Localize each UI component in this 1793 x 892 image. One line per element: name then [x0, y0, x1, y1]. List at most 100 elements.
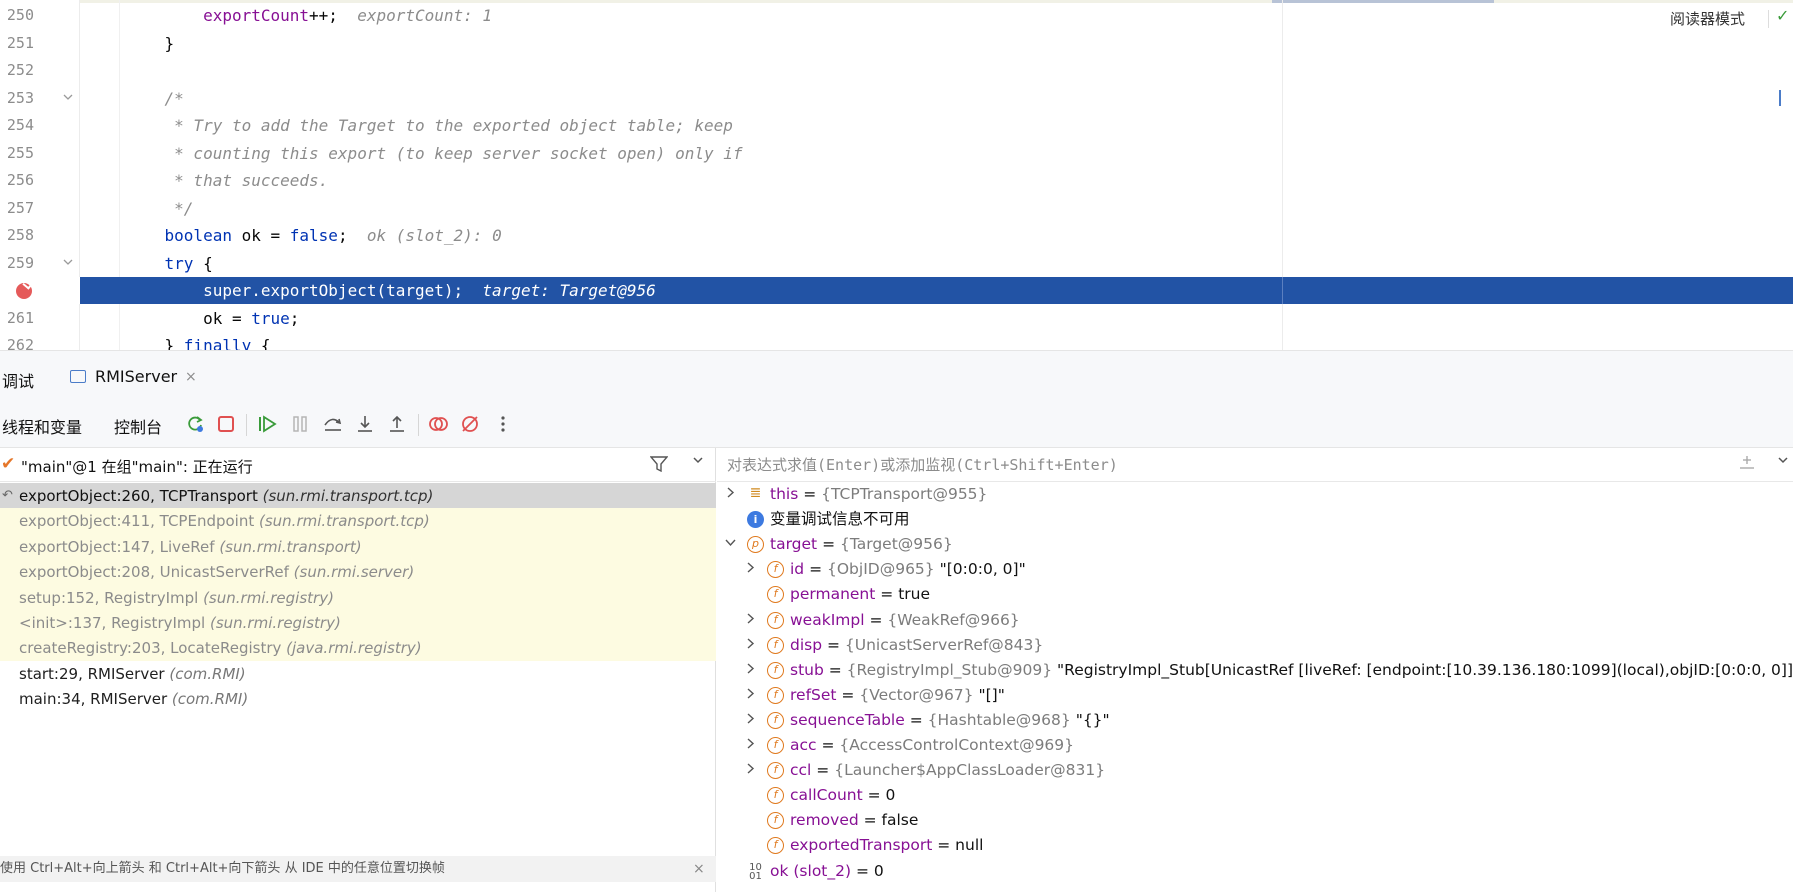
line-number[interactable]: 256 — [0, 167, 34, 194]
code-text[interactable]: boolean ok = false; ok (slot_2): 0 — [126, 222, 502, 249]
view-breakpoints-icon[interactable] — [427, 413, 449, 435]
variable-row[interactable]: 10 01 ok (slot_2) = 0 — [717, 859, 1793, 884]
line-number[interactable]: 258 — [0, 222, 34, 249]
stop-icon[interactable] — [215, 413, 237, 435]
chevron-down-icon[interactable] — [723, 532, 737, 557]
chevron-right-icon[interactable] — [743, 683, 757, 708]
line-number[interactable]: 251 — [0, 30, 34, 57]
line-number[interactable]: 252 — [0, 57, 34, 84]
variable-row[interactable]: p target = {Target@956} — [717, 532, 1793, 557]
code-text[interactable]: /* — [126, 85, 184, 112]
variable-row[interactable]: ≣ this = {TCPTransport@955} — [717, 482, 1793, 507]
tab-threads-variables[interactable]: 线程和变量 — [2, 414, 82, 438]
variable-row[interactable]: f ccl = {Launcher$AppClassLoader@831} — [717, 758, 1793, 783]
chevron-right-icon[interactable] — [743, 658, 757, 683]
chevron-right-icon[interactable] — [743, 633, 757, 658]
fold-chevron-icon[interactable] — [63, 250, 73, 277]
stack-frame[interactable]: <init>:137, RegistryImpl (sun.rmi.regist… — [0, 610, 716, 636]
variable-row[interactable]: f refSet = {Vector@967} "[]" — [717, 683, 1793, 708]
add-watch-icon[interactable] — [1738, 454, 1756, 476]
stack-frame[interactable]: ↶ exportObject:260, TCPTransport (sun.rmi… — [0, 483, 716, 509]
breakpoint-icon[interactable] — [16, 283, 32, 299]
stack-frame[interactable]: exportObject:147, LiveRef (sun.rmi.trans… — [0, 533, 716, 560]
code-line[interactable]: 262 } finally { — [0, 332, 1793, 350]
code-line[interactable]: 255 * counting this export (to keep serv… — [0, 140, 1793, 167]
line-number[interactable]: 259 — [0, 250, 34, 277]
step-over-icon[interactable] — [322, 413, 344, 435]
pause-icon[interactable] — [289, 413, 311, 435]
line-number[interactable]: 261 — [0, 305, 34, 332]
variable-row[interactable]: f disp = {UnicastServerRef@843} — [717, 633, 1793, 658]
stack-frame[interactable]: start:29, RMIServer (com.RMI) — [0, 661, 716, 687]
filter-icon[interactable] — [649, 456, 669, 476]
code-text[interactable]: super.exportObject(target); target: Targ… — [126, 277, 656, 304]
variable-row[interactable]: f exportedTransport = null — [717, 833, 1793, 858]
variable-row[interactable]: i 变量调试信息不可用 — [717, 507, 1793, 532]
stack-frame[interactable]: createRegistry:203, LocateRegistry (java… — [0, 635, 716, 662]
close-icon[interactable]: × — [185, 363, 197, 391]
resume-icon[interactable] — [256, 413, 278, 435]
mute-breakpoints-icon[interactable] — [459, 413, 481, 435]
evaluate-expression-input[interactable] — [727, 454, 1647, 476]
variable-row[interactable]: f permanent = true — [717, 582, 1793, 607]
chevron-right-icon[interactable] — [743, 758, 757, 783]
stack-frame[interactable]: main:34, RMIServer (com.RMI) — [0, 686, 716, 712]
code-line[interactable]: 254 * Try to add the Target to the expor… — [0, 112, 1793, 139]
more-options-icon[interactable] — [492, 413, 514, 435]
chevron-right-icon[interactable] — [743, 708, 757, 733]
variable-row[interactable]: f weakImpl = {WeakRef@966} — [717, 608, 1793, 633]
chevron-right-icon[interactable] — [743, 557, 757, 582]
variable-row[interactable]: f removed = false — [717, 808, 1793, 833]
code-text[interactable]: * counting this export (to keep server s… — [126, 140, 742, 167]
chevron-right-icon[interactable] — [743, 733, 757, 758]
stack-frame[interactable]: exportObject:208, UnicastServerRef (sun.… — [0, 559, 716, 586]
code-text[interactable]: } — [126, 30, 175, 57]
reader-mode-toggle[interactable]: 阅读器模式 — [1670, 8, 1745, 29]
thread-selector[interactable]: ✔ "main"@1 在组"main": 正在运行 — [0, 448, 716, 482]
current-execution-line[interactable]: super.exportObject(target); target: Targ… — [0, 277, 1793, 304]
variable-row[interactable]: f stub = {RegistryImpl_Stub@909} "Registr… — [717, 658, 1793, 683]
variable-row[interactable]: f callCount = 0 — [717, 783, 1793, 808]
code-text[interactable]: } finally { — [126, 332, 271, 350]
tab-console[interactable]: 控制台 — [114, 414, 162, 438]
code-text[interactable]: * Try to add the Target to the exported … — [126, 112, 733, 139]
stack-frame[interactable]: exportObject:411, TCPEndpoint (sun.rmi.t… — [0, 508, 716, 535]
code-editor[interactable]: 250 exportCount++; exportCount: 1 251 } 25… — [0, 0, 1793, 350]
code-line[interactable]: 257 */ — [0, 195, 1793, 222]
code-line[interactable]: 259 try { — [0, 250, 1793, 277]
line-number[interactable]: 255 — [0, 140, 34, 167]
code-line[interactable]: 250 exportCount++; exportCount: 1 — [0, 2, 1793, 29]
line-number[interactable]: 253 — [0, 85, 34, 112]
code-line[interactable]: 258 boolean ok = false; ok (slot_2): 0 — [0, 222, 1793, 249]
code-text[interactable]: */ — [126, 195, 193, 222]
line-number[interactable]: 250 — [0, 2, 34, 29]
chevron-right-icon[interactable] — [743, 608, 757, 633]
line-number[interactable]: 257 — [0, 195, 34, 222]
code-text[interactable]: * that succeeds. — [126, 167, 328, 194]
drop-frame-icon[interactable]: ↶ — [2, 483, 13, 509]
step-into-icon[interactable] — [354, 413, 376, 435]
gutter-cell[interactable] — [0, 277, 80, 304]
rerun-icon[interactable] — [184, 413, 206, 435]
code-text[interactable]: ok = true; — [126, 305, 299, 332]
step-out-icon[interactable] — [386, 413, 408, 435]
code-line[interactable]: 252 — [0, 57, 1793, 84]
line-number[interactable]: 254 — [0, 112, 34, 139]
code-line[interactable]: 256 * that succeeds. — [0, 167, 1793, 194]
inspections-ok-icon[interactable]: ✓ — [1776, 6, 1789, 25]
line-number[interactable]: 262 — [0, 332, 34, 350]
fold-chevron-icon[interactable] — [63, 85, 73, 112]
stack-frame[interactable]: setup:152, RegistryImpl (sun.rmi.registr… — [0, 584, 716, 611]
chevron-right-icon[interactable] — [723, 482, 737, 507]
close-icon[interactable]: × — [693, 856, 705, 882]
code-line[interactable]: 261 ok = true; — [0, 305, 1793, 332]
chevron-down-icon[interactable] — [1777, 454, 1789, 470]
variable-row[interactable]: f acc = {AccessControlContext@969} — [717, 733, 1793, 758]
variable-row[interactable]: f sequenceTable = {Hashtable@968} "{}" — [717, 708, 1793, 733]
code-line[interactable]: 253 /* — [0, 85, 1793, 112]
variable-row[interactable]: f id = {ObjID@965} "[0:0:0, 0]" — [717, 557, 1793, 582]
code-text[interactable]: exportCount++; exportCount: 1 — [126, 2, 492, 29]
code-text[interactable]: try { — [126, 250, 213, 277]
chevron-down-icon[interactable] — [692, 454, 704, 470]
code-line[interactable]: 251 } — [0, 30, 1793, 57]
